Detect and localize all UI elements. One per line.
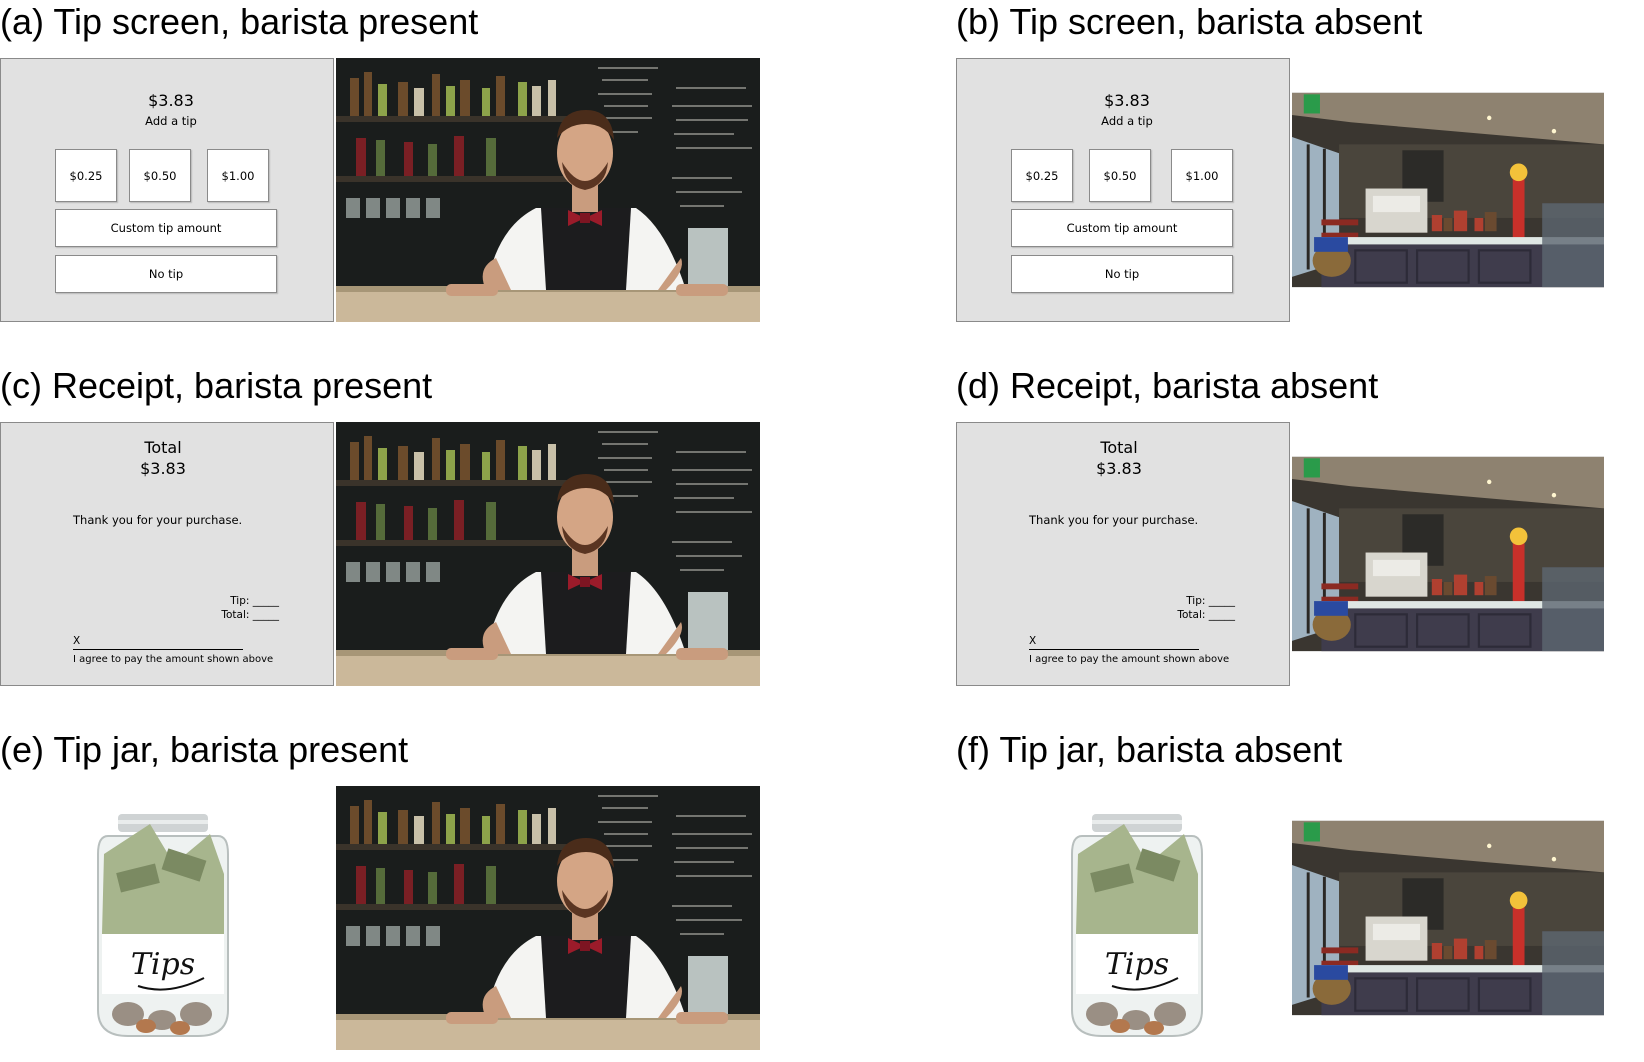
receipt-screen: Total $3.83 Thank you for your purchase.…	[0, 422, 334, 686]
total-heading: Total	[1100, 438, 1138, 457]
no-tip-button[interactable]: No tip	[1011, 255, 1233, 293]
tip-option-button[interactable]: $0.25	[55, 149, 117, 202]
total-heading: Total	[144, 438, 182, 457]
cafe-photo	[1292, 422, 1604, 686]
thank-you-text: Thank you for your purchase.	[1029, 513, 1199, 527]
add-tip-label: Add a tip	[1101, 114, 1153, 128]
tip-option-button[interactable]: $1.00	[1171, 149, 1233, 202]
tip-screen: $3.83 Add a tip $0.25 $0.50 $1.00 Custom…	[956, 58, 1290, 322]
signature-line[interactable]: X	[1029, 635, 1199, 650]
signature-line[interactable]: X	[73, 635, 243, 650]
agreement-text: I agree to pay the amount shown above	[73, 654, 274, 665]
add-tip-label: Add a tip	[145, 114, 197, 128]
signature-x: X	[1029, 635, 1037, 647]
panel-c: (c) Receipt, barista present Total $3.83…	[0, 365, 800, 698]
panel-f: (f) Tip jar, barista absent Tips	[956, 729, 1644, 1062]
barista-photo	[336, 58, 760, 322]
cafe-photo	[1292, 786, 1604, 1050]
total-line: Total: _____	[221, 609, 279, 621]
jar-label: Tips	[131, 947, 195, 982]
panel-e: (e) Tip jar, barista present Tips	[0, 729, 800, 1062]
tip-jar: Tips	[78, 814, 248, 1044]
signature-x: X	[73, 635, 81, 647]
tip-option-button[interactable]: $1.00	[207, 149, 269, 202]
panel-a: (a) Tip screen, barista present $3.83 Ad…	[0, 1, 800, 334]
panel-caption: (f) Tip jar, barista absent	[956, 729, 1343, 770]
no-tip-button[interactable]: No tip	[55, 255, 277, 293]
panel-caption: (b) Tip screen, barista absent	[956, 1, 1423, 42]
cafe-photo	[1292, 58, 1604, 322]
agreement-text: I agree to pay the amount shown above	[1029, 654, 1230, 665]
amount-due: $3.83	[148, 91, 194, 110]
tip-jar: Tips	[1052, 814, 1222, 1044]
panel-caption: (e) Tip jar, barista present	[0, 729, 409, 770]
receipt-total-label: Total $3.83	[957, 437, 1281, 479]
tip-line: Tip: _____	[1186, 595, 1235, 607]
custom-tip-button[interactable]: Custom tip amount	[55, 209, 277, 247]
tip-option-button[interactable]: $0.25	[1011, 149, 1073, 202]
tip-screen: $3.83 Add a tip $0.25 $0.50 $1.00 Custom…	[0, 58, 334, 322]
total-amount: $3.83	[1096, 459, 1142, 478]
jar-label: Tips	[1105, 947, 1169, 982]
receipt-screen: Total $3.83 Thank you for your purchase.…	[956, 422, 1290, 686]
total-amount: $3.83	[140, 459, 186, 478]
panel-caption: (c) Receipt, barista present	[0, 365, 433, 406]
custom-tip-button[interactable]: Custom tip amount	[1011, 209, 1233, 247]
panel-caption: (a) Tip screen, barista present	[0, 1, 479, 42]
thank-you-text: Thank you for your purchase.	[73, 513, 243, 527]
tip-line: Tip: _____	[230, 595, 279, 607]
amount-due: $3.83	[1104, 91, 1150, 110]
barista-photo	[336, 786, 760, 1050]
total-line: Total: _____	[1177, 609, 1235, 621]
receipt-total-label: Total $3.83	[1, 437, 325, 479]
barista-photo	[336, 422, 760, 686]
tip-option-button[interactable]: $0.50	[129, 149, 191, 202]
panel-b: (b) Tip screen, barista absent $3.83 Add…	[956, 1, 1644, 334]
panel-caption: (d) Receipt, barista absent	[956, 365, 1379, 406]
tip-option-button[interactable]: $0.50	[1089, 149, 1151, 202]
panel-d: (d) Receipt, barista absent Total $3.83 …	[956, 365, 1644, 698]
